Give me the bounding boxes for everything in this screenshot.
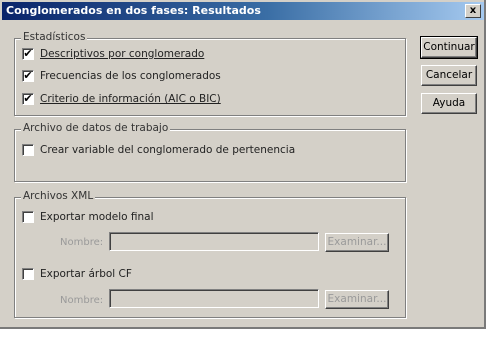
help-button[interactable]: Ayuda (421, 93, 477, 114)
estadisticos-group-label: Estadísticos (21, 31, 88, 43)
arbol-browse-button[interactable]: Examinar... (325, 290, 389, 309)
descriptivos-checkbox[interactable]: ✔ (22, 48, 34, 60)
modelo-browse-button[interactable]: Examinar... (325, 233, 389, 252)
exportar-arbol-checkbox-row[interactable]: Exportar árbol CF (22, 267, 132, 281)
cancel-button[interactable]: Cancelar (421, 65, 477, 86)
frecuencias-checkbox-row[interactable]: ✔ Frecuencias de los conglomerados (22, 69, 221, 83)
descriptivos-checkbox-row[interactable]: ✔ Descriptivos por conglomerado (22, 47, 204, 61)
continue-button[interactable]: Continuar (420, 36, 478, 59)
close-button[interactable]: x (465, 4, 481, 18)
archivos-xml-group-label: Archivos XML (21, 190, 96, 202)
criterio-label: Criterio de información (AIC o BIC) (40, 93, 221, 105)
arbol-name-label: Nombre: (60, 295, 104, 306)
criterio-checkbox[interactable]: ✔ (22, 93, 34, 105)
title-bar[interactable]: Conglomerados en dos fases: Resultados x (2, 2, 484, 20)
exportar-modelo-checkbox-row[interactable]: Exportar modelo final (22, 210, 154, 224)
exportar-modelo-label: Exportar modelo final (40, 211, 154, 223)
exportar-arbol-checkbox[interactable] (22, 268, 34, 280)
exportar-arbol-label: Exportar árbol CF (40, 268, 132, 280)
dialog-title: Conglomerados en dos fases: Resultados (6, 4, 261, 17)
crear-variable-label: Crear variable del conglomerado de perte… (40, 144, 296, 156)
dialog-window: Conglomerados en dos fases: Resultados x… (0, 0, 486, 329)
frecuencias-checkbox[interactable]: ✔ (22, 70, 34, 82)
crear-variable-checkbox[interactable] (22, 144, 34, 156)
archivo-datos-group-label: Archivo de datos de trabajo (21, 122, 171, 134)
exportar-modelo-checkbox[interactable] (22, 211, 34, 223)
criterio-checkbox-row[interactable]: ✔ Criterio de información (AIC o BIC) (22, 92, 221, 106)
descriptivos-label: Descriptivos por conglomerado (40, 48, 205, 60)
modelo-name-label: Nombre: (60, 237, 104, 248)
frecuencias-label: Frecuencias de los conglomerados (40, 70, 221, 82)
crear-variable-checkbox-row[interactable]: Crear variable del conglomerado de perte… (22, 143, 295, 157)
arbol-name-input[interactable] (109, 289, 319, 308)
modelo-name-input[interactable] (109, 232, 319, 251)
